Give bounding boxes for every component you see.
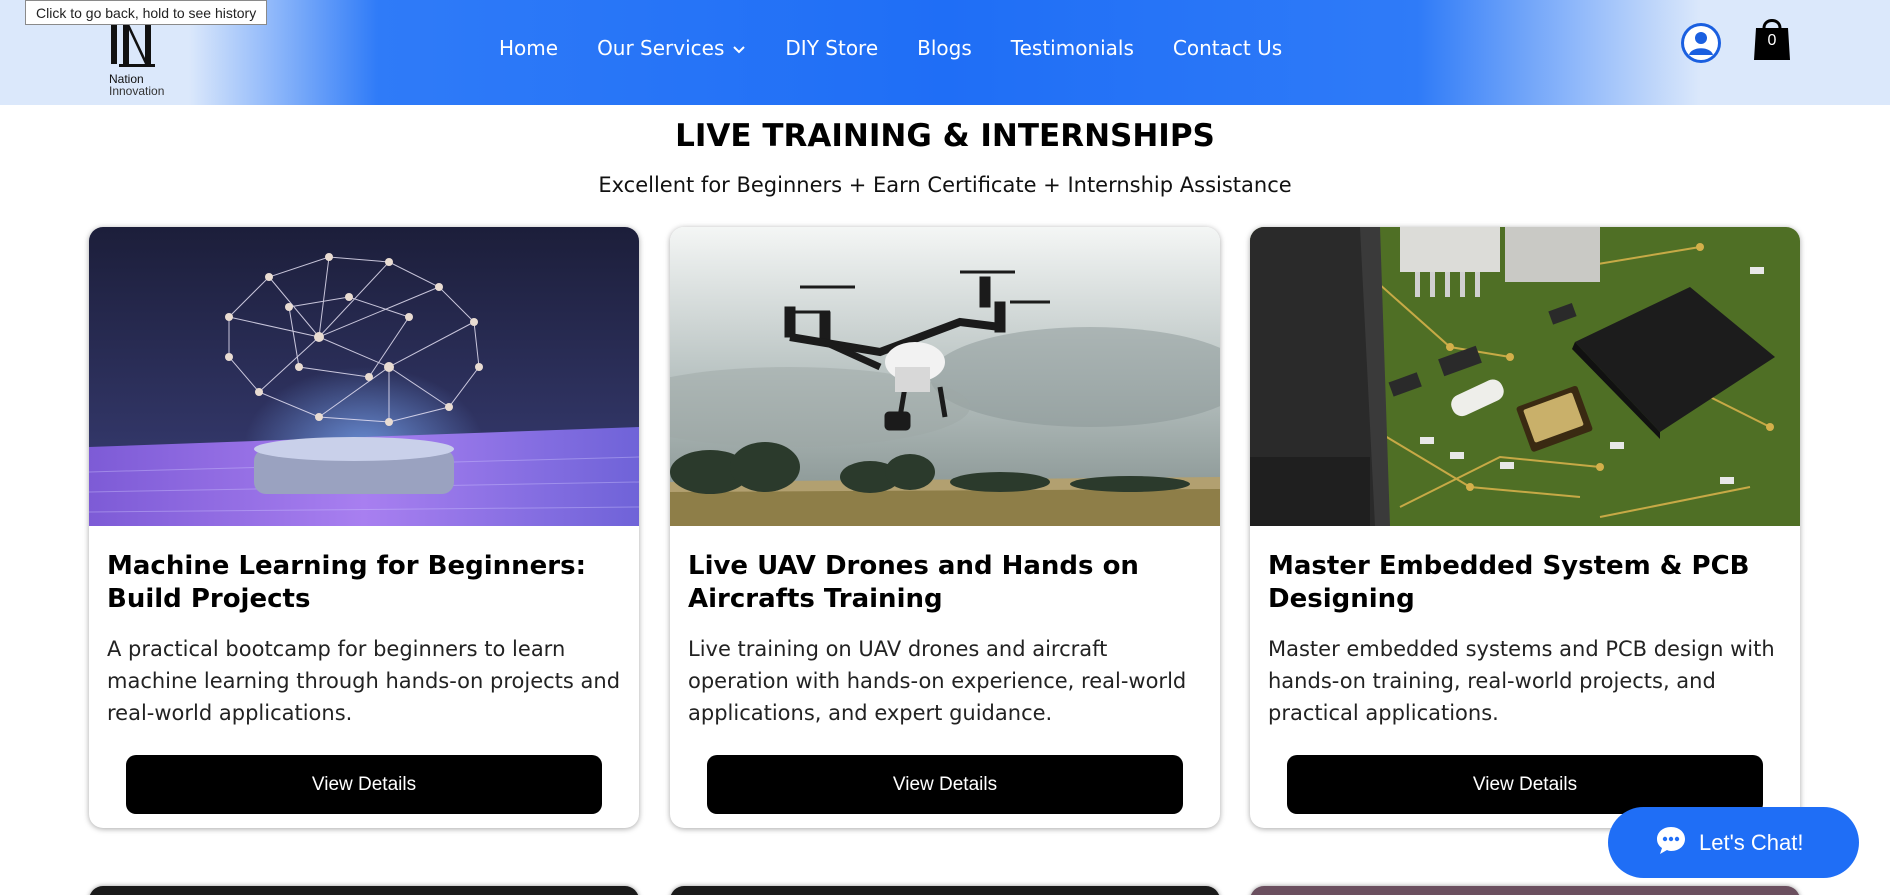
nav-our-services-label: Our Services	[597, 36, 725, 60]
chat-button[interactable]: Let's Chat!	[1608, 807, 1859, 878]
site-header: Nation Innovation Home Our Services DIY …	[0, 0, 1890, 105]
view-details-button[interactable]: View Details	[1287, 755, 1763, 814]
nav-home[interactable]: Home	[499, 36, 558, 60]
nav-testimonials[interactable]: Testimonials	[1011, 36, 1134, 60]
course-card-next-row	[1250, 886, 1800, 895]
course-card: Master Embedded System & PCB Designing M…	[1250, 227, 1800, 828]
card-title: Master Embedded System & PCB Designing	[1268, 551, 1750, 614]
section-subtitle: Excellent for Beginners + Earn Certifica…	[598, 173, 1292, 197]
cart-count: 0	[1767, 32, 1777, 49]
course-card: Machine Learning for Beginners: Build Pr…	[89, 227, 639, 828]
chat-bubble-icon	[1655, 825, 1687, 861]
chat-label: Let's Chat!	[1699, 829, 1804, 855]
course-card-next-row	[89, 886, 639, 895]
view-details-button[interactable]: View Details	[707, 755, 1183, 814]
card-description: Live training on UAV drones and aircraft…	[688, 637, 1187, 725]
nav-blogs[interactable]: Blogs	[917, 36, 972, 60]
ai-brain-image	[89, 227, 639, 526]
logo-mark-icon	[111, 24, 155, 67]
section-title: LIVE TRAINING & INTERNSHIPS	[675, 118, 1215, 154]
logo-text-line2: Innovation	[109, 84, 165, 98]
account-icon[interactable]	[1680, 22, 1722, 64]
main-nav: Home Our Services DIY Store Blogs Testim…	[499, 33, 1321, 63]
view-details-button[interactable]: View Details	[126, 755, 602, 814]
card-description: A practical bootcamp for beginners to le…	[107, 637, 621, 725]
nav-diy-store[interactable]: DIY Store	[785, 36, 878, 60]
chevron-down-icon	[732, 36, 746, 60]
nav-our-services[interactable]: Our Services	[597, 36, 746, 60]
course-card-next-row	[670, 886, 1220, 895]
card-title: Live UAV Drones and Hands on Aircrafts T…	[688, 551, 1139, 614]
card-title: Machine Learning for Beginners: Build Pr…	[107, 551, 586, 614]
pcb-image	[1250, 227, 1800, 526]
nav-contact-us[interactable]: Contact Us	[1173, 36, 1282, 60]
back-button-tooltip: Click to go back, hold to see history	[25, 0, 268, 25]
brand-logo[interactable]: Nation Innovation	[107, 14, 187, 98]
drone-image	[670, 227, 1220, 526]
course-card: Live UAV Drones and Hands on Aircrafts T…	[670, 227, 1220, 828]
card-description: Master embedded systems and PCB design w…	[1268, 637, 1775, 725]
